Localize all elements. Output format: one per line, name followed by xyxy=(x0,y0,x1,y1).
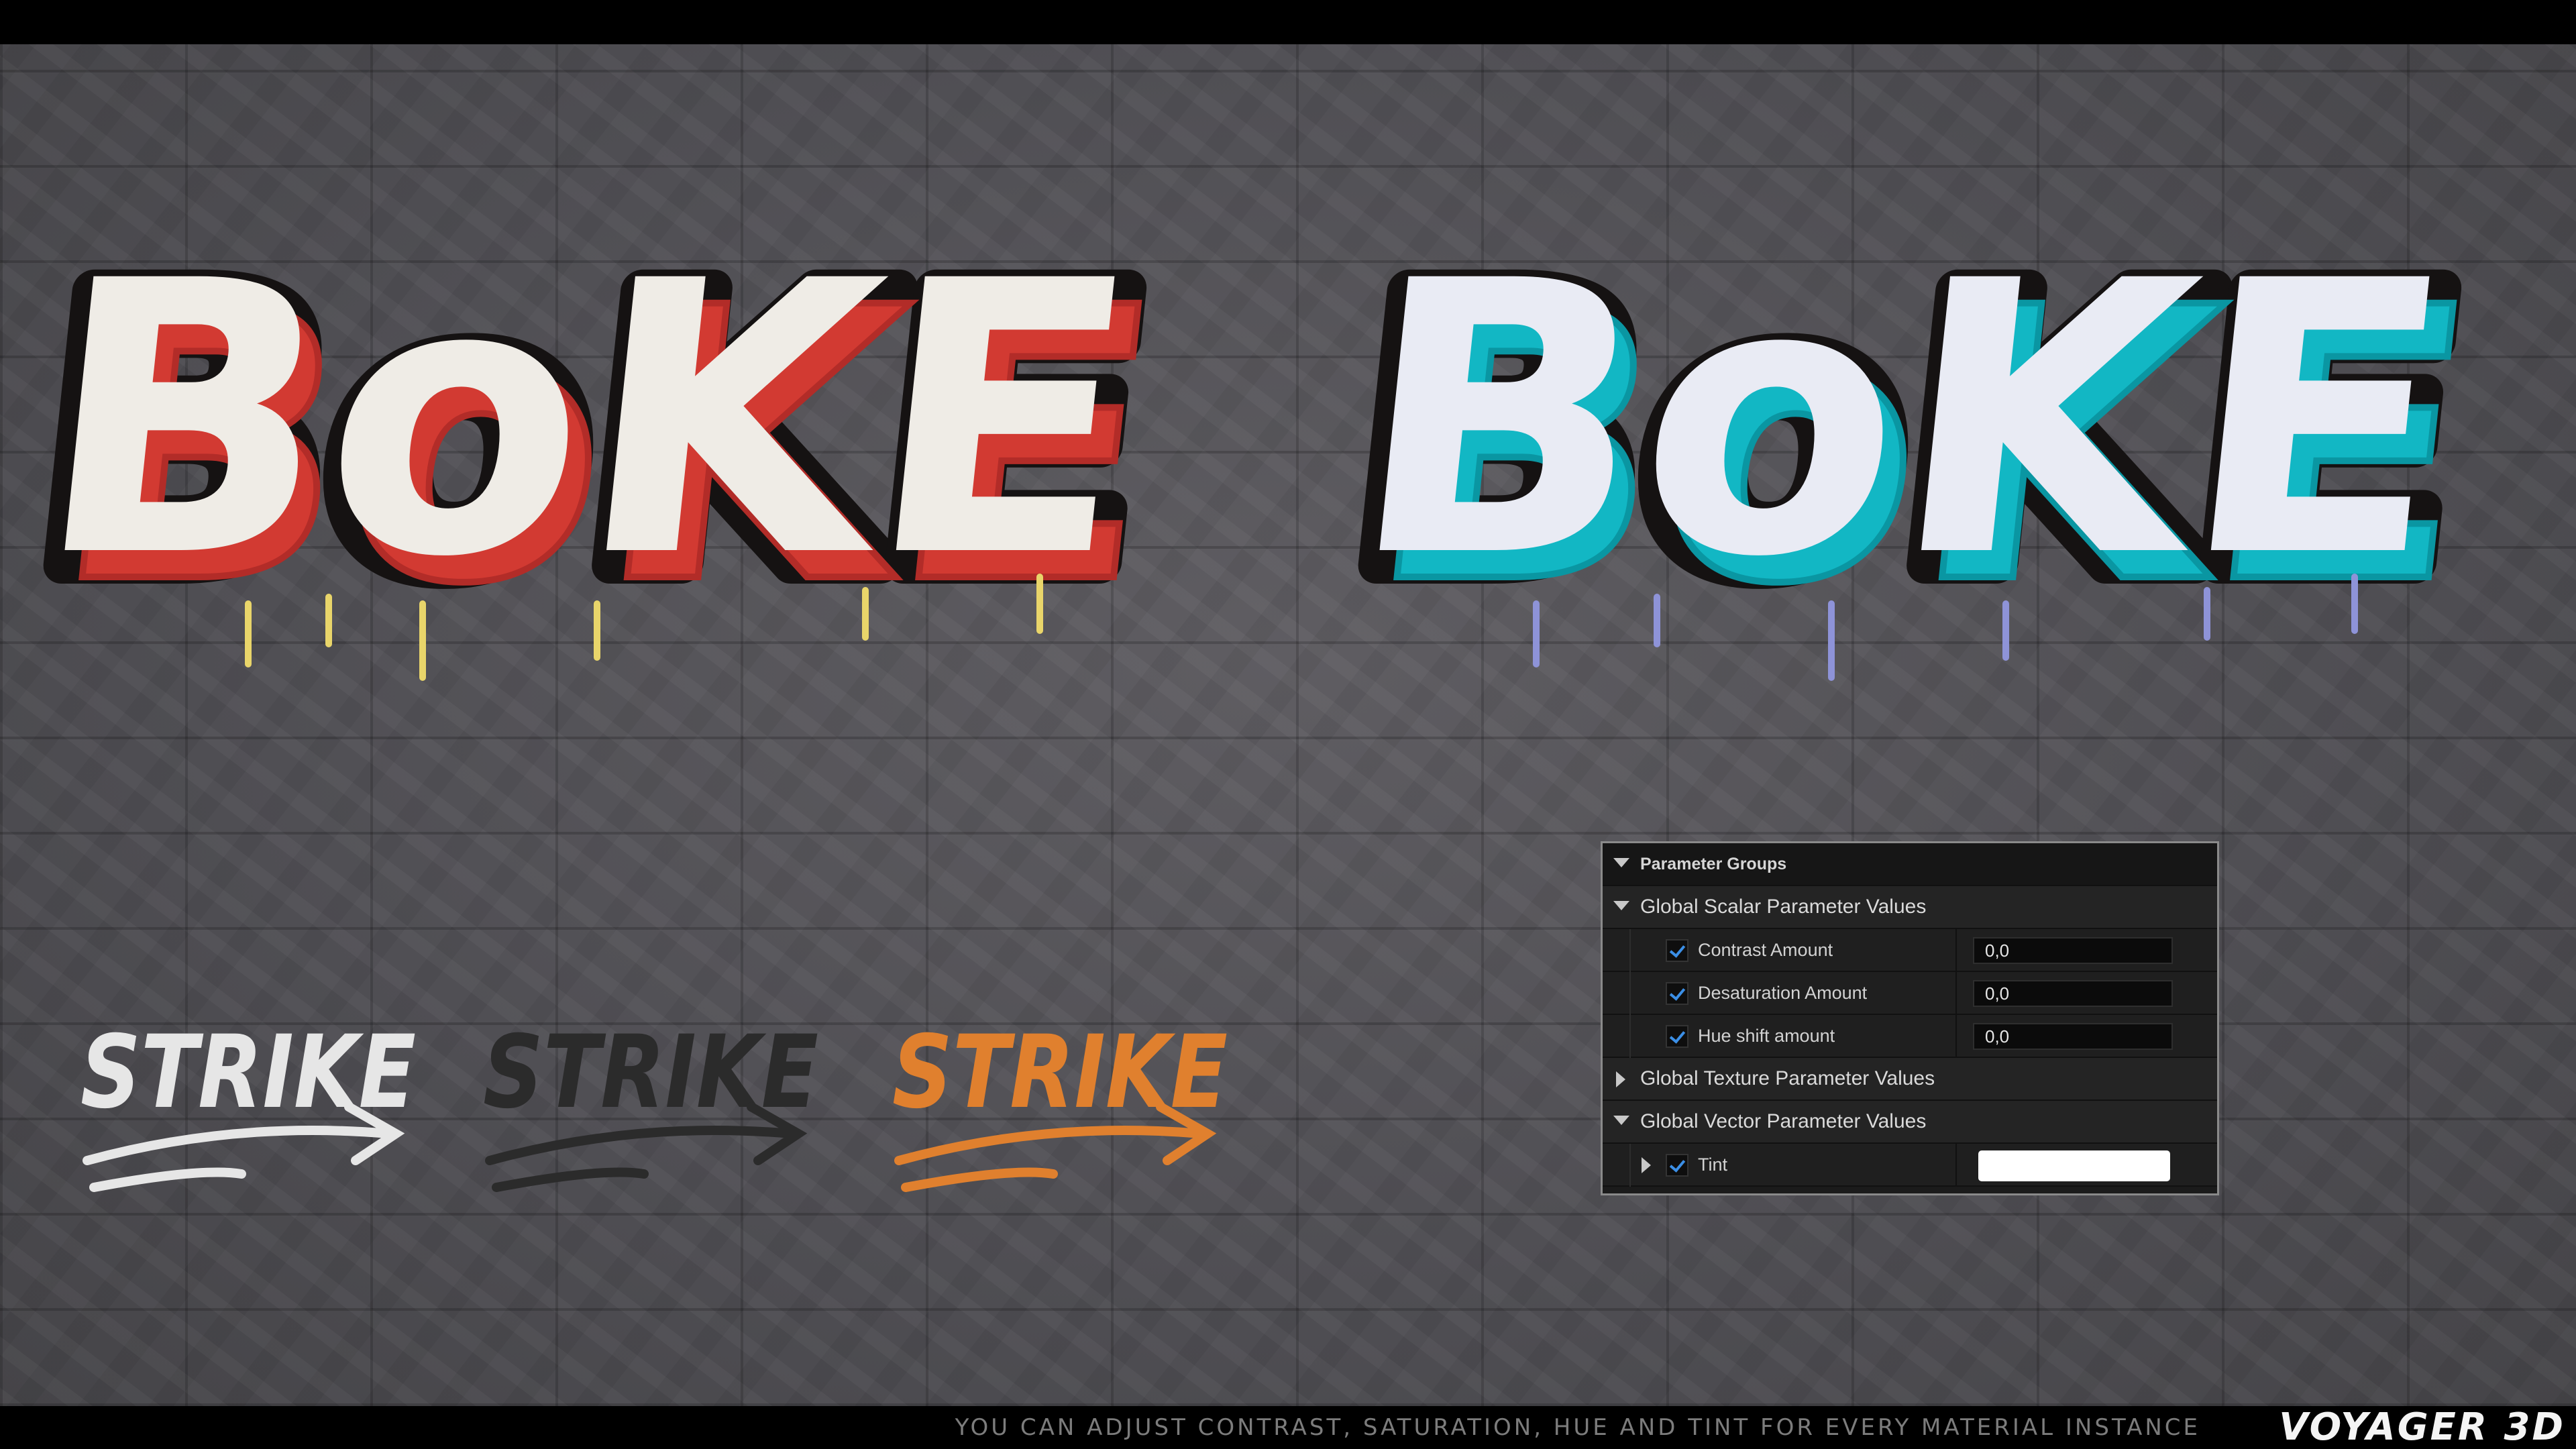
brand-logo-text: VOYAGER 3D xyxy=(2279,1405,2565,1449)
collapse-arrow-icon[interactable] xyxy=(1613,901,1629,910)
indent-guide xyxy=(1629,1144,1631,1187)
column-divider xyxy=(1955,929,1957,972)
contrast-value-field[interactable]: 0,0 xyxy=(1973,937,2173,964)
hue-shift-enable-checkbox[interactable] xyxy=(1666,1025,1688,1048)
indent-guide xyxy=(1629,929,1631,972)
scalar-group-row[interactable]: Global Scalar Parameter Values xyxy=(1603,886,2217,929)
graffiti-right-boke: BoKE BoKE BoKE xyxy=(1314,195,2501,681)
hue-shift-label: Hue shift amount xyxy=(1698,1026,1835,1046)
collapse-arrow-icon[interactable] xyxy=(1613,1116,1629,1125)
material-parameter-panel: Parameter Groups Global Scalar Parameter… xyxy=(1601,841,2219,1195)
parameter-groups-label: Parameter Groups xyxy=(1640,855,1787,873)
param-row-contrast: Contrast Amount 0,0 xyxy=(1603,929,2217,972)
scalar-group-label: Global Scalar Parameter Values xyxy=(1640,896,1927,918)
tint-enable-checkbox[interactable] xyxy=(1666,1154,1688,1177)
strike-tag-black: STRIKE xyxy=(483,1014,818,1192)
footer-caption: YOU CAN ADJUST CONTRAST, SATURATION, HUE… xyxy=(955,1414,2200,1441)
graffiti-left-boke: BoKE BoKE BoKE xyxy=(0,195,1186,681)
desaturation-value-field[interactable]: 0,0 xyxy=(1973,980,2173,1007)
param-row-desaturation: Desaturation Amount 0,0 xyxy=(1603,972,2217,1015)
hue-shift-value-field[interactable]: 0,0 xyxy=(1973,1023,2173,1050)
graffiti-right-fill: BoKE xyxy=(1336,202,2468,639)
param-row-hue-shift: Hue shift amount 0,0 xyxy=(1603,1015,2217,1058)
vector-group-label: Global Vector Parameter Values xyxy=(1640,1110,1927,1132)
indent-guide xyxy=(1629,972,1631,1015)
strike-tag-orange: STRIKE xyxy=(892,1014,1228,1192)
parameter-groups-header[interactable]: Parameter Groups xyxy=(1603,843,2217,886)
top-letterbox xyxy=(0,0,2576,44)
tint-color-swatch[interactable] xyxy=(1978,1150,2170,1181)
contrast-label: Contrast Amount xyxy=(1698,940,1833,960)
vector-group-row[interactable]: Global Vector Parameter Values xyxy=(1603,1101,2217,1144)
expand-arrow-icon[interactable] xyxy=(1616,1071,1625,1087)
desaturation-enable-checkbox[interactable] xyxy=(1666,982,1688,1005)
contrast-enable-checkbox[interactable] xyxy=(1666,939,1688,962)
indent-guide xyxy=(1629,1015,1631,1058)
strike-tag-white: STRIKE xyxy=(80,1014,416,1192)
texture-group-label: Global Texture Parameter Values xyxy=(1640,1067,1935,1089)
collapse-arrow-icon[interactable] xyxy=(1613,858,1629,867)
column-divider xyxy=(1955,972,1957,1015)
desaturation-label: Desaturation Amount xyxy=(1698,983,1868,1003)
expand-arrow-icon[interactable] xyxy=(1642,1157,1651,1173)
graffiti-left-fill: BoKE xyxy=(21,202,1153,639)
param-row-tint: Tint xyxy=(1603,1144,2217,1187)
column-divider xyxy=(1955,1144,1957,1187)
texture-group-row[interactable]: Global Texture Parameter Values xyxy=(1603,1058,2217,1101)
tint-label: Tint xyxy=(1698,1155,1728,1175)
column-divider xyxy=(1955,1015,1957,1058)
